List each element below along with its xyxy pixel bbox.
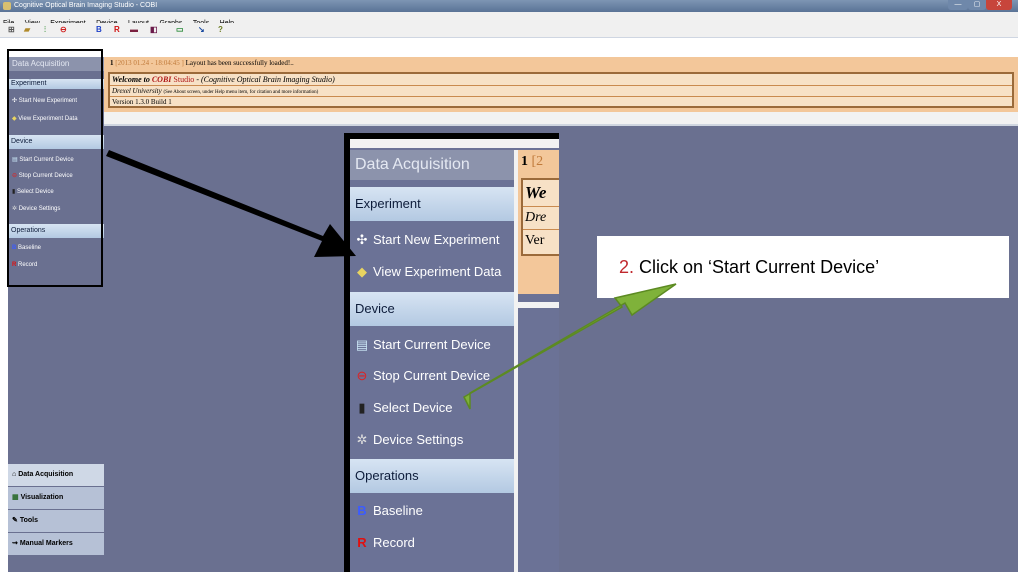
annotation-arrows	[106, 150, 677, 410]
green-arrow	[463, 283, 677, 410]
black-arrow	[106, 150, 356, 257]
